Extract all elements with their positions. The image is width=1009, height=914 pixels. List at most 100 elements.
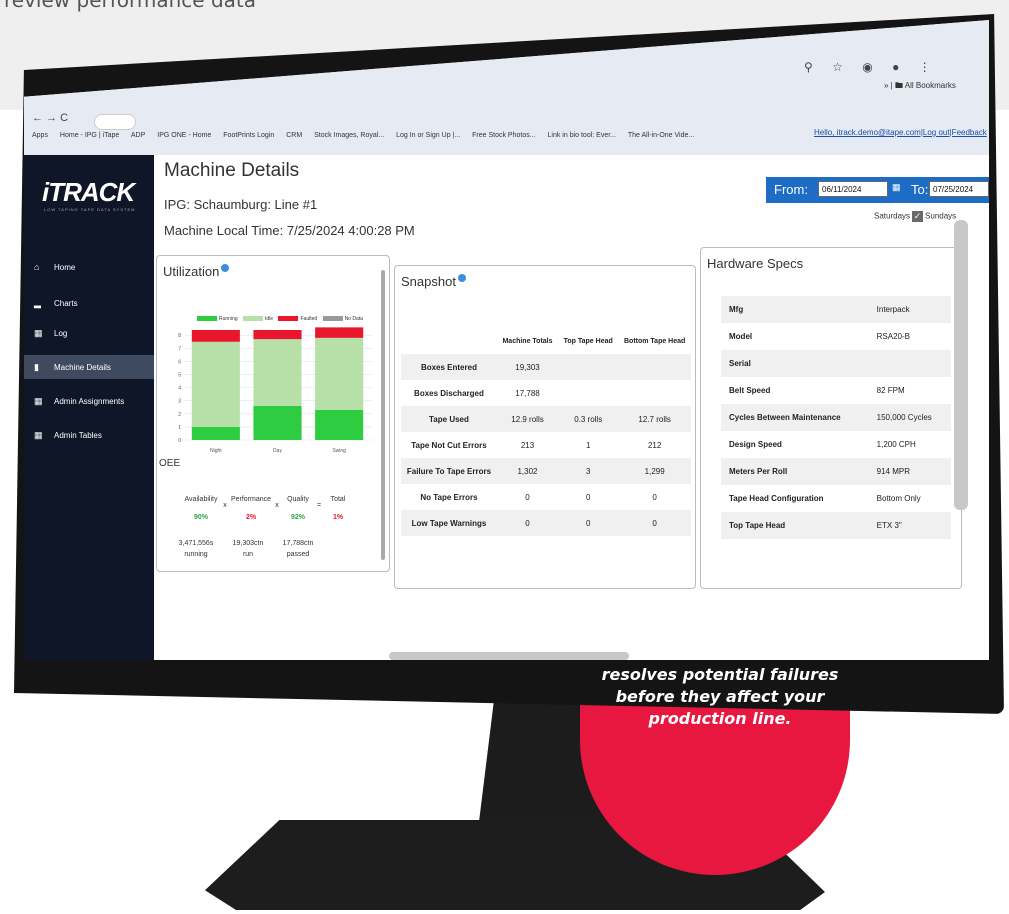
spec-key: Cycles Between Maintenance — [721, 404, 869, 431]
chart-legend: Running Idle Faulted No Data — [193, 316, 363, 322]
home-icon: ⌂ — [34, 262, 40, 272]
oee-label: OEE — [159, 458, 181, 469]
spec-key: Belt Speed — [729, 386, 771, 395]
total-value: 1% — [332, 514, 344, 521]
stat-passed: 17,788ctn passed — [273, 538, 323, 560]
legend-idle: Idle — [265, 316, 274, 322]
sidebar-item-charts[interactable]: ▂ Charts — [24, 291, 154, 315]
info-icon[interactable] — [457, 274, 466, 282]
bookmark-item[interactable]: IPG ONE - Home — [157, 132, 211, 139]
monitor: ⚲ ☆ ◉ ● ⋮ » | 🖿 All Bookmarks ← → C Apps… — [0, 0, 1009, 914]
spec-key: Tape Head Configuration — [729, 494, 824, 503]
table-cell: 1,299 — [618, 458, 691, 484]
y-tick-label: 6 — [178, 359, 181, 365]
bookmark-item[interactable]: CRM — [286, 132, 302, 139]
table-cell: 3 — [558, 458, 619, 484]
stat-value: 17,788ctn — [282, 540, 314, 547]
table-row: Belt Speed 82 FPM — [721, 377, 951, 404]
snapshot-title-text: Snapshot — [401, 274, 456, 289]
sidebar-item-label: Log — [54, 329, 68, 338]
table-row: Boxes Entered 19,303 — [401, 354, 691, 380]
spec-value: ETX 3" — [868, 512, 951, 539]
to-label: To: — [911, 182, 929, 197]
browser-nav-buttons[interactable]: ← → C — [32, 112, 68, 124]
bar-running-day — [253, 405, 302, 440]
table-cell: 0 — [558, 510, 619, 536]
star-icon[interactable]: ☆ — [832, 60, 843, 74]
multiply-operator: x — [275, 502, 279, 509]
sidebar-item-admin-assignments[interactable]: ▦ Admin Assignments — [24, 389, 154, 413]
extension-icon[interactable]: ◉ — [862, 60, 872, 74]
to-date-input[interactable]: 07/25/2024 — [929, 181, 989, 197]
itrack-logo: iTRACK — [42, 177, 135, 207]
bookmark-item[interactable]: ADP — [131, 132, 145, 139]
bar-faulted-night — [191, 330, 240, 342]
y-tick-label: 3 — [178, 399, 181, 405]
calendar-icon[interactable]: ▦ — [892, 182, 901, 193]
hardware-specs-table: Mfg Interpack Model RSA20-B Serial Belt Sp… — [721, 296, 951, 539]
table-cell: 213 — [520, 440, 535, 450]
stat-value: 3,471,556s — [178, 540, 214, 547]
profile-icon[interactable]: ● — [892, 60, 899, 74]
table-row: Tape Not Cut Errors 213 1 212 — [401, 432, 691, 458]
table-cell: 1 — [585, 440, 591, 450]
badge-text: resolves potential failures before they … — [601, 665, 839, 728]
info-icon[interactable] — [221, 264, 230, 272]
from-date-input[interactable]: 06/11/2024 — [818, 181, 888, 197]
bookmark-item[interactable]: FootPrints Login — [223, 132, 274, 139]
saturdays-checkbox[interactable]: ✓ — [912, 211, 924, 222]
y-tick-label: 5 — [178, 373, 181, 379]
sidebar-item-log[interactable]: ▦ Log — [24, 321, 154, 345]
sidebar-item-admin-tables[interactable]: ▦ Admin Tables — [24, 423, 154, 447]
panel-scrollbar[interactable] — [381, 270, 385, 560]
sidebar-item-machine-details[interactable]: ▮ Machine Details — [24, 355, 154, 379]
table-row: Low Tape Warnings 0 0 0 — [401, 510, 691, 536]
browser-chrome: ⚲ ☆ ◉ ● ⋮ » | 🖿 All Bookmarks ← → C Apps… — [24, 20, 989, 155]
spec-key: Top Tape Head — [721, 512, 869, 539]
bookmark-item[interactable]: Stock Images, Royal... — [314, 132, 384, 139]
table-cell: 19,303 — [496, 354, 559, 380]
table-cell: 12.7 rolls — [618, 406, 691, 432]
stat-run: 19,303ctn run — [223, 538, 273, 560]
vertical-scrollbar[interactable] — [954, 220, 968, 510]
row-label: No Tape Errors — [420, 492, 478, 502]
legend-faulted: Faulted — [300, 316, 318, 322]
all-bookmarks[interactable]: » | 🖿 All Bookmarks — [884, 80, 956, 94]
bookmark-item[interactable]: The All-in-One Vide... — [628, 132, 694, 139]
utilization-title-text: Utilization — [163, 264, 220, 279]
availability-label: Availability — [184, 496, 218, 503]
bar-idle-day — [253, 339, 302, 406]
quality-value: 92% — [290, 514, 305, 521]
search-icon[interactable]: ⚲ — [804, 60, 813, 74]
spec-key: Mfg — [721, 296, 869, 323]
table-cell: 212 — [647, 440, 662, 450]
table-row: Failure To Tape Errors 1,302 3 1,299 — [401, 458, 691, 484]
y-tick-label: 8 — [178, 333, 181, 339]
main-content: Machine Details IPG: Schaumburg: Line #1… — [154, 155, 989, 660]
horizontal-scrollbar[interactable] — [389, 652, 629, 660]
bookmark-item[interactable]: Apps — [32, 132, 48, 139]
logo-subtitle: LOW TAPING TAPE DATA SYSTEM — [44, 207, 136, 212]
bookmark-item[interactable]: Log In or Sign Up |... — [396, 132, 460, 139]
hello-logout-link[interactable]: Hello, itrack.demo@itape.com|Log out|Fee… — [814, 128, 987, 137]
sidebar-item-label: Admin Assignments — [54, 397, 125, 406]
chart-icon: ▂ — [34, 298, 41, 308]
menu-icon[interactable]: ⋮ — [919, 60, 931, 74]
equals-operator: = — [316, 502, 322, 509]
table-header-row: Machine Totals Top Tape Head Bottom Tape… — [401, 328, 691, 354]
address-bar[interactable] — [94, 114, 136, 130]
x-tick-label: Swing — [332, 448, 346, 454]
bookmark-item[interactable]: Free Stock Photos... — [472, 132, 535, 139]
table-cell: 17,788 — [515, 388, 540, 398]
date-range-filter: From: 06/11/2024 ▦ To: 07/25/2024 — [766, 177, 989, 203]
table-cell — [558, 354, 619, 380]
bookmark-item[interactable]: Link in bio tool: Ever... — [548, 132, 616, 139]
table-cell: 0 — [525, 492, 530, 502]
table-row: Mfg Interpack — [721, 296, 951, 323]
y-tick-label: 4 — [178, 386, 181, 392]
row-label: Failure To Tape Errors — [401, 458, 497, 484]
bookmark-item[interactable]: Home - IPG | iTape — [60, 132, 119, 139]
y-tick-label: 1 — [178, 425, 181, 431]
sidebar-item-home[interactable]: ⌂ Home — [24, 255, 154, 279]
table-row: Boxes Discharged 17,788 — [401, 380, 691, 406]
